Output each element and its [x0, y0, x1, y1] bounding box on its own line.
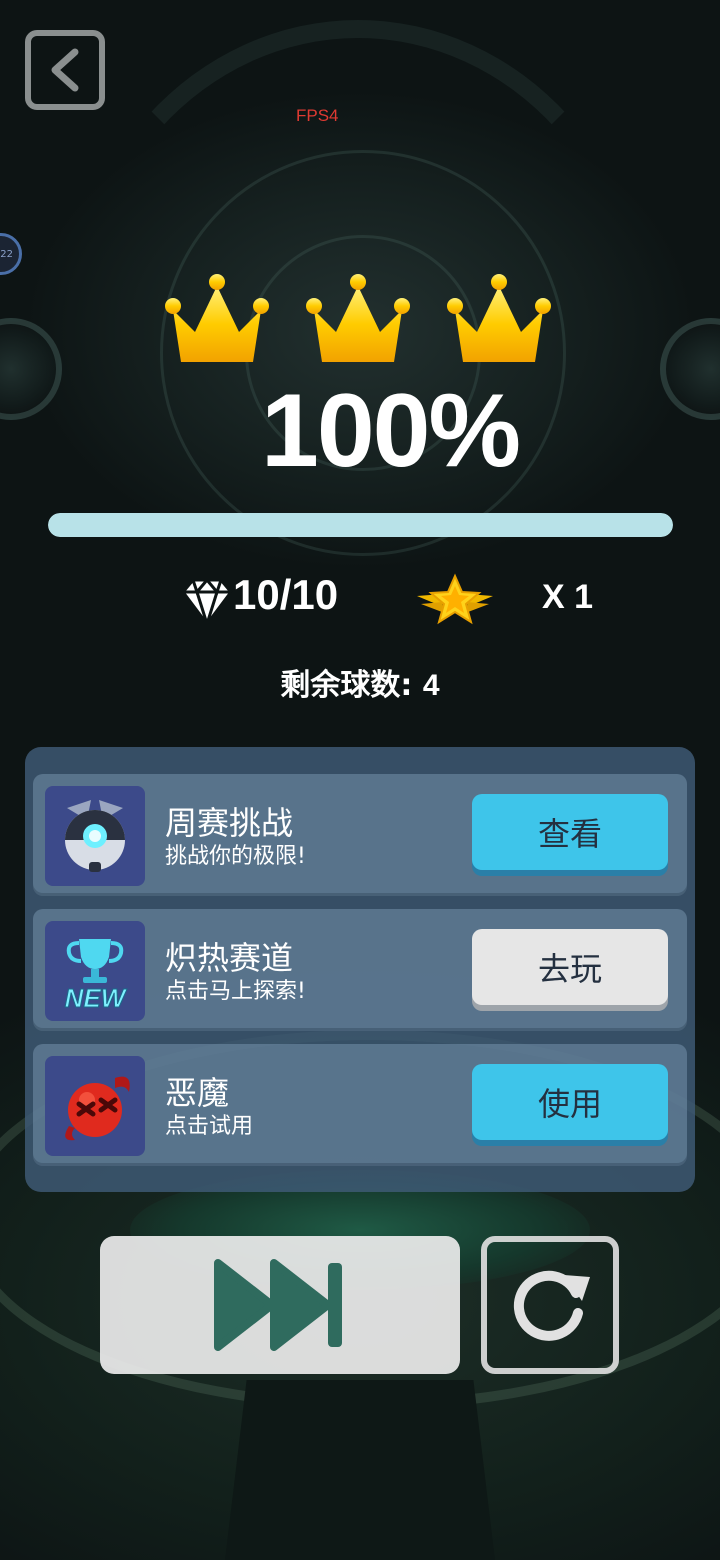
refresh-icon — [513, 1270, 590, 1341]
crown-icon — [447, 274, 551, 362]
game-result-screen: FPS4 22 100% 10/10 X 1 剩余球数: 4 周赛挑战 挑战你的… — [0, 0, 720, 1560]
diamond-count: 10/10 — [233, 571, 339, 618]
robot-ball-icon — [45, 786, 145, 886]
offer-subtitle: 点击试用 — [165, 1114, 254, 1139]
devil-ball-icon — [45, 1056, 145, 1156]
bg-track — [225, 1380, 495, 1560]
balls-remaining-value: 4 — [422, 669, 440, 702]
use-button[interactable]: 使用 — [472, 1064, 668, 1140]
offer-subtitle: 点击马上探索! — [165, 979, 306, 1004]
crown-rating — [165, 270, 555, 375]
offer-row-hot-track: NEW 炽热赛道 点击马上探索! 去玩 — [33, 909, 687, 1031]
play-button[interactable]: 去玩 — [472, 929, 668, 1005]
crown-icon — [306, 274, 410, 362]
chevron-left-icon — [51, 48, 79, 92]
fps-counter: FPS4 — [296, 106, 339, 125]
winged-star-icon — [417, 573, 493, 625]
fast-forward-icon — [214, 1259, 342, 1351]
trophy-new-icon: NEW — [45, 921, 145, 1021]
offer-row-devil: 恶魔 点击试用 使用 — [33, 1044, 687, 1166]
diamond-icon — [181, 577, 233, 626]
balls-remaining-label: 剩余球数: — [280, 668, 413, 703]
offers-panel: 周赛挑战 挑战你的极限! 查看 NEW 炽热赛道 点击马上探索! 去玩 恶魔 点… — [25, 747, 695, 1192]
skip-level-button[interactable] — [100, 1236, 460, 1374]
star-multiplier: X 1 — [542, 578, 594, 616]
offer-row-weekly: 周赛挑战 挑战你的极限! 查看 — [33, 774, 687, 896]
back-button[interactable] — [25, 30, 105, 110]
balls-remaining: 剩余球数: 4 — [0, 660, 720, 704]
crown-icon — [165, 274, 269, 362]
reward-stats: 10/10 X 1 — [0, 568, 720, 628]
level-badge: 22 — [0, 233, 22, 275]
progress-bar-fill — [48, 513, 673, 537]
offer-subtitle: 挑战你的极限! — [165, 844, 306, 869]
progress-bar — [48, 513, 673, 537]
retry-button[interactable] — [481, 1236, 619, 1374]
svg-text:NEW: NEW — [65, 983, 128, 1013]
view-button[interactable]: 查看 — [472, 794, 668, 870]
completion-percent: 100% — [261, 373, 521, 489]
